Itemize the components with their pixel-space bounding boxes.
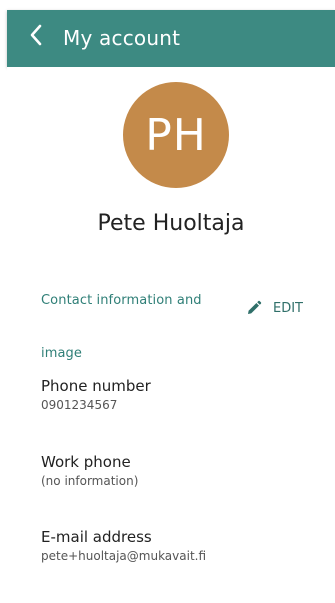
back-button[interactable] (24, 24, 48, 50)
page-title: My account (63, 26, 181, 50)
email-value: pete+huoltaja@mukavait.fi (41, 549, 207, 563)
phone-number-field: Phone number 0901234567 (41, 376, 301, 413)
phone-number-value: 0901234567 (41, 398, 118, 412)
app-root: My account PH Pete Huoltaja Contact info… (0, 0, 335, 603)
work-phone-field: Work phone (no information) (41, 452, 301, 489)
app-bar: My account (7, 10, 335, 67)
user-name: Pete Huoltaja (97, 211, 245, 236)
email-field: E-mail address pete+huoltaja@mukavait.fi (41, 527, 301, 564)
account-content: PH Pete Huoltaja Contact information and… (7, 67, 335, 603)
email-label: E-mail address (41, 528, 152, 546)
chevron-left-icon (29, 24, 43, 50)
pencil-icon (245, 299, 263, 317)
phone-number-label: Phone number (41, 377, 151, 395)
work-phone-label: Work phone (41, 453, 131, 471)
edit-contact-button[interactable]: EDIT (245, 299, 303, 317)
avatar: PH (123, 82, 229, 188)
contact-info-heading: Contact information and image (41, 293, 202, 361)
edit-label: EDIT (273, 300, 303, 316)
work-phone-value: (no information) (41, 474, 139, 488)
